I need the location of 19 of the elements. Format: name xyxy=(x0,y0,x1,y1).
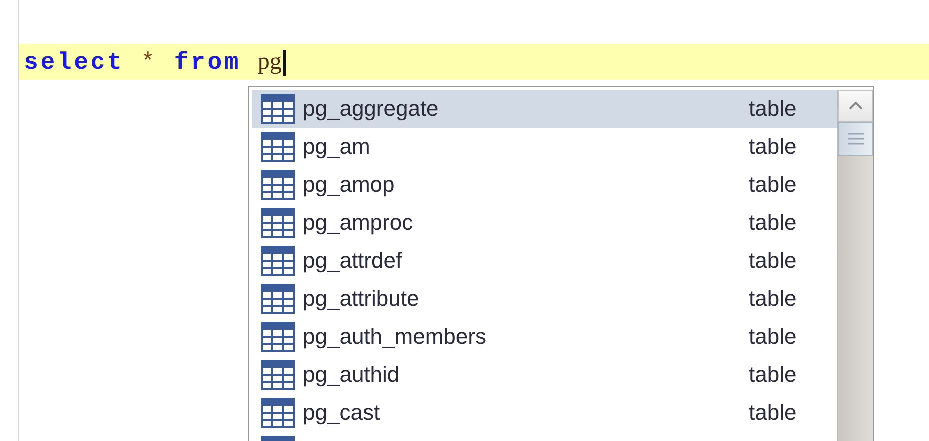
table-name: pg_amproc xyxy=(303,210,414,236)
table-name: pg_cast xyxy=(303,400,382,426)
item-type: table xyxy=(749,286,798,312)
item-type: table xyxy=(749,210,798,236)
table-name: pg_amop xyxy=(303,172,396,198)
item-type: table xyxy=(749,248,798,274)
table-name: pg_am xyxy=(303,134,372,160)
item-type: table xyxy=(749,172,798,198)
table-name: pg_attribute xyxy=(303,286,420,312)
table-name: pg_attrdef xyxy=(303,248,404,274)
item-type: table xyxy=(749,362,798,388)
completion-item[interactable]: pg_aggregate table xyxy=(252,90,837,128)
table-name: pg_auth_members xyxy=(303,324,488,350)
table-name: pg_aggregate xyxy=(303,96,440,122)
table-name: pg_authid xyxy=(303,362,401,388)
item-type: table xyxy=(749,96,798,122)
item-type: table xyxy=(749,400,798,426)
item-type: table xyxy=(749,324,798,350)
item-type: table xyxy=(749,134,798,160)
